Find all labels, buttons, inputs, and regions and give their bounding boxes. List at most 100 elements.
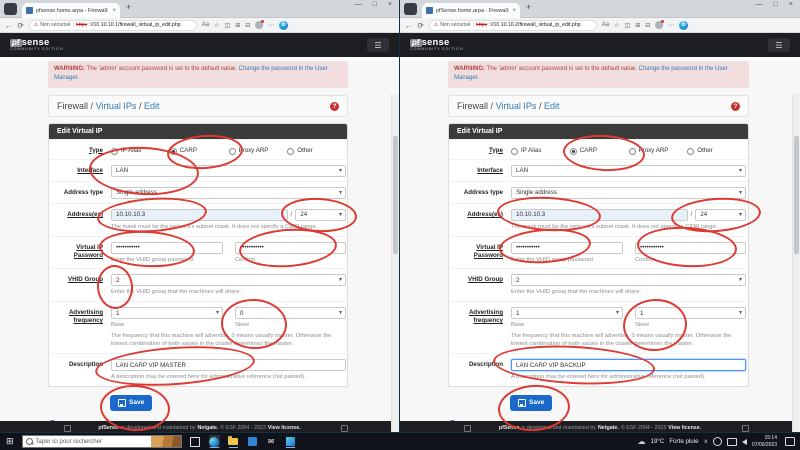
tray-app-icon[interactable] <box>713 437 722 446</box>
radio-ip-alias[interactable]: IP Alias <box>511 147 570 155</box>
favorite-star-icon[interactable]: ☆ <box>614 22 619 29</box>
base-select[interactable]: 1 <box>111 307 223 319</box>
password-confirm-input[interactable]: ••••••••••• <box>235 242 346 254</box>
start-button[interactable]: ⊞ <box>6 433 14 450</box>
save-button[interactable]: Save <box>110 395 152 411</box>
radio-other[interactable]: Other <box>287 147 346 155</box>
tab-close-icon[interactable]: × <box>512 8 516 14</box>
mask-select[interactable]: 24 <box>295 209 346 221</box>
refresh-icon[interactable]: ⟳ <box>18 21 24 30</box>
collections-icon[interactable]: ⊞ <box>635 22 640 29</box>
interface-select[interactable]: LAN <box>111 165 346 177</box>
save-button[interactable]: Save <box>510 395 552 411</box>
mask-select[interactable]: 24 <box>695 209 746 221</box>
password-input[interactable]: ••••••••••• <box>511 242 623 254</box>
address-bar[interactable]: ⚠ Non sécurisé | https://10.10.10.2/fire… <box>429 20 597 31</box>
close-button[interactable]: × <box>789 1 793 8</box>
refresh-icon[interactable]: ⟳ <box>418 21 424 30</box>
browser-essentials-icon[interactable]: ⊟ <box>245 22 250 29</box>
tab-actions-icon[interactable] <box>404 3 417 15</box>
radio-carp[interactable]: CARP <box>170 147 229 155</box>
read-aloud-icon[interactable]: Aa <box>602 22 609 28</box>
more-menu-icon[interactable]: ⋯ <box>268 22 274 29</box>
radio-other[interactable]: Other <box>687 147 746 155</box>
new-tab-button[interactable]: + <box>526 2 531 12</box>
maximize-button[interactable]: □ <box>373 1 377 8</box>
taskbar-search[interactable]: Taper ici pour rechercher <box>22 435 182 448</box>
hamburger-menu-icon[interactable]: ☰ <box>367 38 389 52</box>
favorite-star-icon[interactable]: ☆ <box>214 22 219 29</box>
browser-tab[interactable]: pfsense.home.arpa - Firewall: Vir × <box>22 3 120 18</box>
volume-icon[interactable] <box>742 439 747 445</box>
footer-view-license-link[interactable]: View license. <box>668 425 701 431</box>
read-aloud-icon[interactable]: Aa <box>202 22 209 28</box>
collections-icon[interactable]: ⊞ <box>235 22 240 29</box>
back-icon[interactable]: ← <box>5 21 13 30</box>
microsoft-store-icon[interactable] <box>247 435 258 448</box>
footer-netgate-link[interactable]: Netgate. <box>598 425 619 431</box>
address-input[interactable]: 10.10.10.3 <box>511 209 688 221</box>
scrollbar-thumb[interactable] <box>794 136 799 254</box>
task-view-icon[interactable] <box>190 435 201 448</box>
taskbar-clock[interactable]: 15:14 07/06/2023 <box>752 435 777 448</box>
address-input[interactable]: 10.10.10.3 <box>111 209 288 221</box>
minimize-button[interactable]: — <box>355 1 362 8</box>
radio-proxy-arp[interactable]: Proxy ARP <box>229 147 288 155</box>
new-tab-button[interactable]: + <box>126 2 131 12</box>
skew-select[interactable]: 0 <box>235 307 346 319</box>
scrollbar-thumb[interactable] <box>393 136 398 254</box>
network-icon[interactable] <box>727 438 737 446</box>
scrollbar[interactable] <box>792 94 800 432</box>
scrollbar[interactable] <box>391 94 399 432</box>
weather-temperature[interactable]: 19°C <box>651 438 665 445</box>
hamburger-menu-icon[interactable]: ☰ <box>768 38 790 52</box>
browser-essentials-icon[interactable]: ⊟ <box>645 22 650 29</box>
weather-description[interactable]: Forte pluie <box>669 438 698 445</box>
bing-chat-icon[interactable]: b <box>279 21 288 30</box>
footer-netgate-link[interactable]: Netgate. <box>197 425 218 431</box>
description-input[interactable]: LAN CARP VIP BACKUP <box>511 359 746 371</box>
photos-icon[interactable] <box>285 435 296 448</box>
edge-taskbar-icon[interactable] <box>209 435 220 448</box>
back-icon[interactable]: ← <box>405 21 413 30</box>
password-input[interactable]: ••••••••••• <box>111 242 223 254</box>
close-button[interactable]: × <box>388 1 392 8</box>
file-explorer-icon[interactable] <box>228 435 239 448</box>
base-select[interactable]: 1 <box>511 307 623 319</box>
help-icon[interactable]: ? <box>330 102 339 111</box>
radio-carp[interactable]: CARP <box>570 147 629 155</box>
not-secure-label[interactable]: Non sécurisé <box>40 22 70 28</box>
tab-close-icon[interactable]: × <box>112 8 116 14</box>
pfsense-logo[interactable]: pfsense COMMUNITY EDITION <box>410 38 463 52</box>
tab-actions-icon[interactable] <box>4 3 17 15</box>
not-secure-label[interactable]: Non sécurisé <box>440 22 470 28</box>
profile-avatar[interactable] <box>655 21 663 29</box>
mail-icon[interactable]: ✉ <box>266 435 277 448</box>
address-type-select[interactable]: Single address <box>511 187 746 199</box>
browser-tab[interactable]: pfSense.home.arpa - Firewall: Vir × <box>422 3 520 18</box>
vhid-select[interactable]: 2 <box>511 274 746 286</box>
breadcrumb-edit[interactable]: Edit <box>544 101 560 111</box>
skew-select[interactable]: 1 <box>635 307 746 319</box>
pfsense-logo[interactable]: pfsense COMMUNITY EDITION <box>10 38 63 52</box>
help-icon[interactable]: ? <box>731 102 740 111</box>
description-input[interactable]: LAN CARP VIP MASTER <box>111 359 346 371</box>
maximize-button[interactable]: □ <box>774 1 778 8</box>
breadcrumb-virtual-ips[interactable]: Virtual IPs <box>96 101 137 111</box>
footer-view-license-link[interactable]: View license. <box>268 425 301 431</box>
address-bar[interactable]: ⚠ Non sécurisé | https://10.10.10.1/fire… <box>29 20 197 31</box>
radio-ip-alias[interactable]: IP Alias <box>111 147 170 155</box>
interface-select[interactable]: LAN <box>511 165 746 177</box>
address-type-select[interactable]: Single address <box>111 187 346 199</box>
vhid-select[interactable]: 2 <box>111 274 346 286</box>
password-confirm-input[interactable]: ••••••••••• <box>635 242 746 254</box>
search-highlight-image[interactable] <box>151 436 181 448</box>
minimize-button[interactable]: — <box>756 1 763 8</box>
profile-avatar[interactable] <box>255 21 263 29</box>
split-screen-icon[interactable]: ◫ <box>625 22 631 29</box>
split-screen-icon[interactable]: ◫ <box>225 22 231 29</box>
bing-chat-icon[interactable]: b <box>679 21 688 30</box>
more-menu-icon[interactable]: ⋯ <box>668 22 674 29</box>
radio-proxy-arp[interactable]: Proxy ARP <box>629 147 688 155</box>
notification-center-icon[interactable] <box>785 437 795 446</box>
